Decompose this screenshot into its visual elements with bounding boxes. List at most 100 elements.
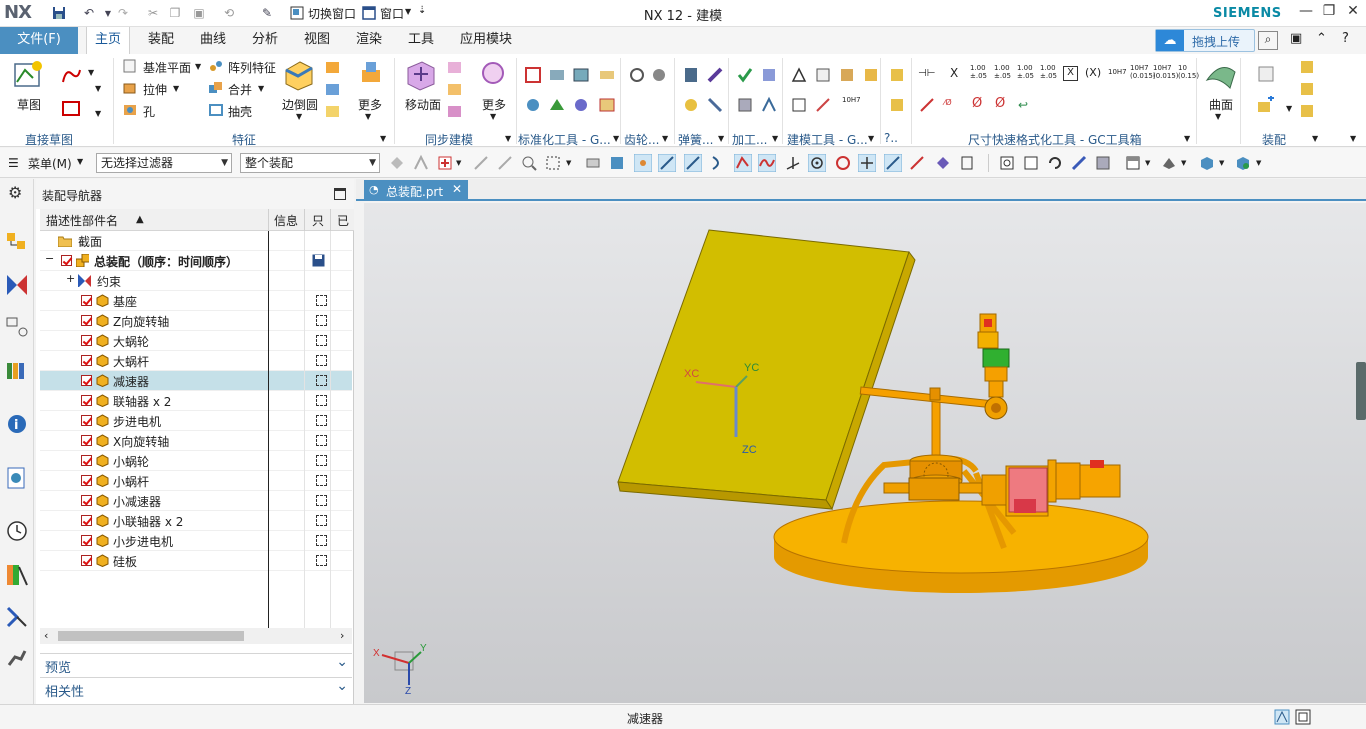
tree-row-part[interactable]: 硅板 xyxy=(40,551,352,571)
collapse-ribbon-icon[interactable]: ⌃ xyxy=(1316,31,1327,46)
file-menu[interactable]: 文件(F) xyxy=(0,27,78,54)
std-tool-1-icon[interactable] xyxy=(524,66,546,88)
shell-button[interactable]: 抽壳 xyxy=(228,103,252,120)
pan-icon[interactable] xyxy=(1070,154,1088,172)
switch-window-button[interactable]: 切换窗口 xyxy=(308,5,356,22)
spring-more-icon[interactable]: ▼ xyxy=(718,134,724,143)
std-tool-5-icon[interactable] xyxy=(524,96,546,118)
quick-access-more-icon[interactable]: ⇣ xyxy=(418,5,426,16)
dim-8-icon[interactable]: (X) xyxy=(1085,66,1101,79)
snap-2-icon[interactable] xyxy=(608,154,626,172)
sort-ascending-icon[interactable]: ▲ xyxy=(136,214,144,225)
horizontal-scrollbar[interactable]: ‹ › xyxy=(40,628,352,644)
repeat-command-icon[interactable]: ⟲ xyxy=(220,4,238,22)
gear-2-icon[interactable] xyxy=(650,66,672,88)
surface-dropdown-icon[interactable]: ▼ xyxy=(1215,112,1221,121)
history-clock-icon[interactable] xyxy=(5,519,29,543)
dim-13-icon[interactable] xyxy=(918,96,940,118)
tree-row-part[interactable]: 联轴器 x 2 xyxy=(40,391,352,411)
unite-button[interactable]: 合并 xyxy=(228,81,252,98)
surface-button[interactable]: 曲面 xyxy=(1209,96,1233,113)
part-visibility-checkbox[interactable] xyxy=(81,395,92,406)
sketch-gallery-icon[interactable]: ▼ xyxy=(95,109,101,118)
tab-tools[interactable]: 工具 xyxy=(400,27,442,54)
part-visibility-checkbox[interactable] xyxy=(81,535,92,546)
ribbon-display-icon[interactable]: ▣ xyxy=(1290,31,1302,46)
profile-dropdown-icon[interactable]: ▼ xyxy=(88,68,94,77)
preview-section[interactable]: 预览 ⌄ xyxy=(40,653,352,676)
cut-icon[interactable]: ✂ xyxy=(144,4,162,22)
sync-more-icon[interactable] xyxy=(478,58,512,92)
select-tool-3-dropdown-icon[interactable]: ▼ xyxy=(456,159,461,167)
tab-render[interactable]: 渲染 xyxy=(348,27,390,54)
window-menu[interactable]: 窗口 xyxy=(380,5,404,22)
shell-icon[interactable] xyxy=(208,102,230,124)
tree-row-section[interactable]: 截面 xyxy=(40,231,352,251)
tab-curve[interactable]: 曲线 xyxy=(192,27,234,54)
replace-face-icon[interactable] xyxy=(446,102,468,124)
scroll-right-icon[interactable]: › xyxy=(340,629,344,642)
std-tool-2-icon[interactable] xyxy=(548,66,570,88)
part-visibility-checkbox[interactable] xyxy=(81,295,92,306)
datum-plane-icon[interactable] xyxy=(122,58,144,80)
sync-group-more-icon[interactable]: ▼ xyxy=(505,134,511,143)
dim-11-icon[interactable]: 10H7 (0.015) xyxy=(1153,64,1179,80)
snap-3-icon[interactable] xyxy=(634,154,652,172)
selection-filter-dropdown[interactable]: 无选择过滤器 ▼ xyxy=(96,153,232,173)
part-visibility-checkbox[interactable] xyxy=(81,555,92,566)
std-tool-7-icon[interactable] xyxy=(572,96,594,118)
assembly-navigator-icon[interactable] xyxy=(5,231,29,255)
view-1-icon[interactable] xyxy=(998,154,1016,172)
rotate-icon[interactable] xyxy=(1046,154,1064,172)
search-icon[interactable]: ⌕ xyxy=(1258,31,1278,50)
z-axis-column[interactable] xyxy=(909,392,963,488)
edge-blend-dropdown-icon[interactable]: ▼ xyxy=(296,112,302,121)
collapse-icon[interactable]: − xyxy=(45,252,54,265)
add-component-dropdown-icon[interactable]: ▼ xyxy=(1286,104,1292,113)
part-visibility-checkbox[interactable] xyxy=(81,335,92,346)
tree-row-part-selected[interactable]: 减速器 xyxy=(40,371,352,391)
tab-assembly[interactable]: 装配 xyxy=(140,27,182,54)
snap-1-icon[interactable] xyxy=(584,154,602,172)
window-icon[interactable] xyxy=(360,4,378,22)
snap-5-icon[interactable] xyxy=(684,154,702,172)
snap-9-icon[interactable] xyxy=(784,154,802,172)
expand-icon[interactable]: + xyxy=(66,272,75,285)
main-menu-dropdown-icon[interactable]: ▼ xyxy=(77,157,83,166)
help-icon[interactable]: ? xyxy=(1342,31,1349,46)
snap-4-icon[interactable] xyxy=(658,154,676,172)
select-tool-5-icon[interactable] xyxy=(496,154,514,172)
assembly-more-icon[interactable]: ▼ xyxy=(1312,134,1318,143)
sketch-button[interactable]: 草图 xyxy=(17,96,41,113)
surface-icon[interactable] xyxy=(1204,58,1238,92)
resize-handle[interactable] xyxy=(1356,362,1366,420)
snap-12-icon[interactable] xyxy=(858,154,876,172)
std-tool-6-icon[interactable] xyxy=(548,96,570,118)
column-read-only[interactable]: 只 xyxy=(312,212,324,229)
dim-10-icon[interactable]: 10H7 (0.015) xyxy=(1130,64,1156,80)
view-2-icon[interactable] xyxy=(1022,154,1040,172)
selection-scope-dropdown[interactable]: 整个装配 ▼ xyxy=(240,153,380,173)
spring-3-icon[interactable] xyxy=(682,96,704,118)
snap-6-icon[interactable] xyxy=(708,154,726,172)
palette-icon[interactable] xyxy=(5,563,29,587)
ribbon-options-icon[interactable]: ▼ xyxy=(1350,134,1356,143)
rectangle-select-dropdown-icon[interactable]: ▼ xyxy=(566,159,571,167)
orient-view-dropdown-icon[interactable]: ▼ xyxy=(1145,159,1150,167)
hole-button[interactable]: 孔 xyxy=(143,103,155,120)
reuse-library-icon[interactable] xyxy=(5,359,29,383)
dim-2-icon[interactable]: X xyxy=(950,66,958,80)
build-1-icon[interactable] xyxy=(790,66,812,88)
column-name[interactable]: 描述性部件名 xyxy=(46,212,118,229)
spring-4-icon[interactable] xyxy=(706,96,728,118)
rectangle-select-icon[interactable] xyxy=(544,154,562,172)
document-tab[interactable]: ◔ 总装配.prt ✕ xyxy=(364,180,468,201)
select-tool-4-icon[interactable] xyxy=(472,154,490,172)
sketch-more-icon[interactable]: ▼ xyxy=(95,84,101,93)
datum-dropdown-icon[interactable]: ▼ xyxy=(195,62,201,71)
snap-14-icon[interactable] xyxy=(908,154,926,172)
build-tools-more-icon[interactable]: ▼ xyxy=(868,134,874,143)
tab-analysis[interactable]: 分析 xyxy=(244,27,286,54)
info-icon[interactable]: i xyxy=(5,412,29,436)
std-tool-8-icon[interactable] xyxy=(598,96,620,118)
